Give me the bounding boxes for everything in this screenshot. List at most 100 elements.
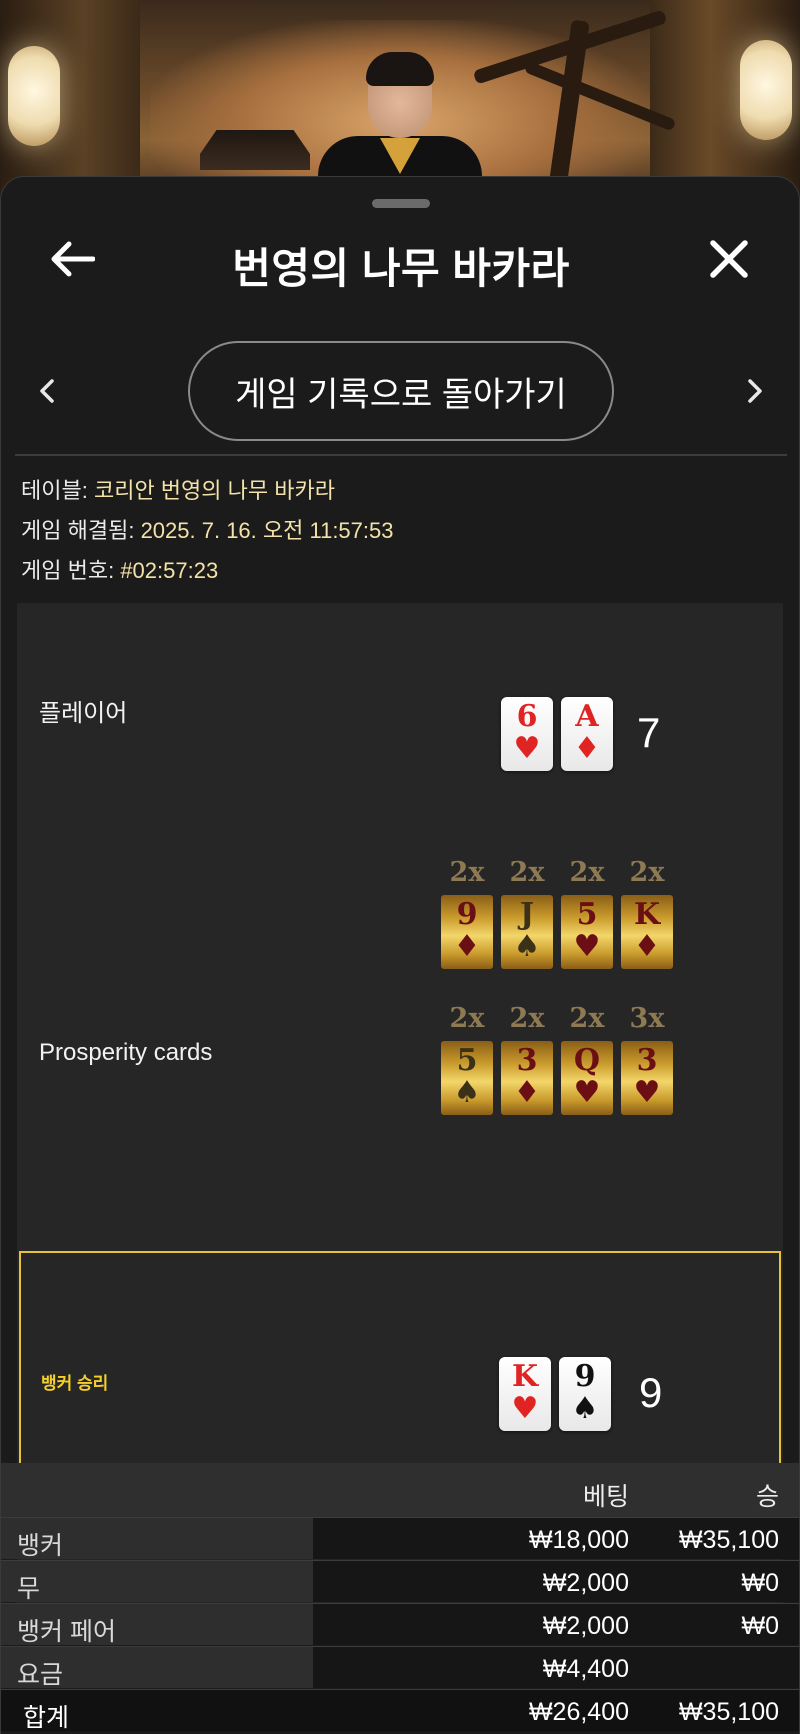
- card-suit: ♥: [513, 731, 541, 766]
- multiplier: 2x: [509, 857, 545, 888]
- page-title: 번영의 나무 바카라: [232, 245, 570, 292]
- card-suit: ♥: [573, 1075, 601, 1110]
- player-label: 플레이어: [39, 700, 128, 727]
- total-win-amount: ₩35,100: [678, 1698, 779, 1726]
- prosperity-card: 5 ♥: [561, 895, 613, 969]
- card-suit: ♦: [633, 929, 661, 964]
- table-row: 요금 ₩4,400: [1, 1646, 799, 1689]
- total-bet-amount: ₩26,400: [528, 1698, 629, 1726]
- table-info: 테이블: 코리안 번영의 나무 바카라: [21, 473, 335, 505]
- prosperity-card: 3 ♥: [621, 1041, 673, 1115]
- column-header-bet: 베팅: [582, 1483, 629, 1511]
- win-amount: ₩0: [741, 1569, 780, 1597]
- banker-win-label: 뱅커 승리: [41, 1374, 109, 1393]
- card-rank: 5: [576, 897, 598, 932]
- multiplier: 2x: [569, 857, 605, 888]
- table-header: 베팅 승: [1, 1463, 799, 1517]
- table-row: 뱅커 페어 ₩2,000 ₩0: [1, 1603, 799, 1646]
- next-game-button[interactable]: [735, 367, 775, 415]
- column-header-win: 승: [755, 1483, 779, 1511]
- live-video-feed: [0, 0, 800, 200]
- banker-result-box: 뱅커 승리 K ♥ 9 ♠ 9: [19, 1251, 781, 1491]
- card-suit: ♠: [571, 1391, 599, 1426]
- table-info-value: 코리안 번영의 나무 바카라: [93, 478, 335, 503]
- card-suit: ♦: [453, 929, 481, 964]
- card-suit: ♦: [513, 1075, 541, 1110]
- prosperity-card: Q ♥: [561, 1041, 613, 1115]
- multiplier: 2x: [449, 857, 485, 888]
- game-number-label: 게임 번호:: [21, 558, 115, 583]
- lantern-left: [8, 46, 60, 146]
- chevron-left-icon: [40, 379, 54, 403]
- game-number-info: 게임 번호: #02:57:23: [21, 553, 218, 585]
- win-amount: ₩0: [741, 1612, 780, 1640]
- back-to-history-button[interactable]: 게임 기록으로 돌아가기: [188, 341, 614, 441]
- player-card-1: 6 ♥: [501, 697, 553, 771]
- prosperity-card: 5 ♠: [441, 1041, 493, 1115]
- card-rank: Q: [573, 1043, 601, 1078]
- bet-amount: ₩2,000: [542, 1569, 629, 1597]
- resolved-info-label: 게임 해결됨:: [21, 518, 135, 543]
- card-rank: 6: [516, 699, 538, 734]
- arrow-left-icon: [51, 241, 95, 277]
- bet-name: 무: [17, 1575, 41, 1603]
- drag-handle[interactable]: [372, 199, 430, 208]
- card-suit: ♥: [573, 929, 601, 964]
- banker-card-2: 9 ♠: [559, 1357, 611, 1431]
- divider: [15, 454, 787, 456]
- resolved-info: 게임 해결됨: 2025. 7. 16. 오전 11:57:53: [21, 513, 393, 545]
- multiplier: 2x: [569, 1003, 605, 1034]
- bet-name: 뱅커: [17, 1532, 64, 1560]
- card-rank: 5: [456, 1043, 478, 1078]
- card-suit: ♠: [453, 1075, 481, 1110]
- player-card-2: A ♦: [561, 697, 613, 771]
- multiplier: 3x: [629, 1003, 665, 1034]
- banker-score: 9: [639, 1369, 663, 1416]
- prosperity-card: K ♦: [621, 895, 673, 969]
- banker-card-1: K ♥: [499, 1357, 551, 1431]
- multiplier: 2x: [449, 1003, 485, 1034]
- game-details-sheet: 번영의 나무 바카라 게임 기록으로 돌아가기 테이블: 코리안 번영의 나무 …: [0, 176, 800, 1734]
- bet-amount: ₩2,000: [542, 1612, 629, 1640]
- card-suit: ♦: [573, 731, 601, 766]
- card-suit: ♠: [513, 929, 541, 964]
- chevron-right-icon: [748, 379, 762, 403]
- bet-amount: ₩4,400: [542, 1655, 629, 1683]
- card-rank: K: [511, 1359, 539, 1394]
- prosperity-card: J ♠: [501, 895, 553, 969]
- total-label: 합계: [23, 1704, 70, 1732]
- resolved-info-value: 2025. 7. 16. 오전 11:57:53: [140, 518, 394, 543]
- close-icon: [710, 240, 748, 278]
- prosperity-card: 9 ♦: [441, 895, 493, 969]
- card-rank: 9: [456, 897, 478, 932]
- card-rank: 3: [636, 1043, 658, 1078]
- card-suit: ♥: [633, 1075, 661, 1110]
- card-rank: 9: [574, 1359, 596, 1394]
- close-button[interactable]: [697, 227, 761, 291]
- win-amount: ₩35,100: [678, 1526, 779, 1554]
- card-rank: K: [633, 897, 661, 932]
- card-rank: 3: [516, 1043, 538, 1078]
- history-nav: 게임 기록으로 돌아가기: [1, 341, 799, 441]
- back-button[interactable]: [41, 227, 105, 291]
- table-row: 뱅커 ₩18,000 ₩35,100: [1, 1517, 799, 1560]
- prosperity-label: Prosperity cards: [39, 1039, 213, 1066]
- bet-name: 요금: [17, 1661, 64, 1689]
- multiplier: 2x: [629, 857, 665, 888]
- table-total-row: 합계 ₩26,400 ₩35,100: [1, 1689, 799, 1732]
- game-number-value: #02:57:23: [120, 558, 219, 583]
- player-score: 7: [637, 709, 661, 756]
- previous-game-button[interactable]: [27, 367, 67, 415]
- bet-amount: ₩18,000: [528, 1526, 629, 1554]
- prosperity-card: 3 ♦: [501, 1041, 553, 1115]
- dealer-hair: [366, 52, 434, 86]
- name-cell-bg: [1, 1561, 313, 1602]
- bet-name: 뱅커 페어: [17, 1618, 116, 1646]
- table-info-label: 테이블:: [21, 478, 88, 503]
- card-suit: ♥: [511, 1391, 539, 1426]
- lantern-right: [740, 40, 792, 140]
- table-row: 무 ₩2,000 ₩0: [1, 1560, 799, 1603]
- game-result-panel: 플레이어 6 ♥ A ♦ 7 Prosperity cards 2x 2x 2x…: [17, 603, 783, 1613]
- card-rank: J: [519, 897, 535, 932]
- pavilion-roof: [200, 130, 310, 170]
